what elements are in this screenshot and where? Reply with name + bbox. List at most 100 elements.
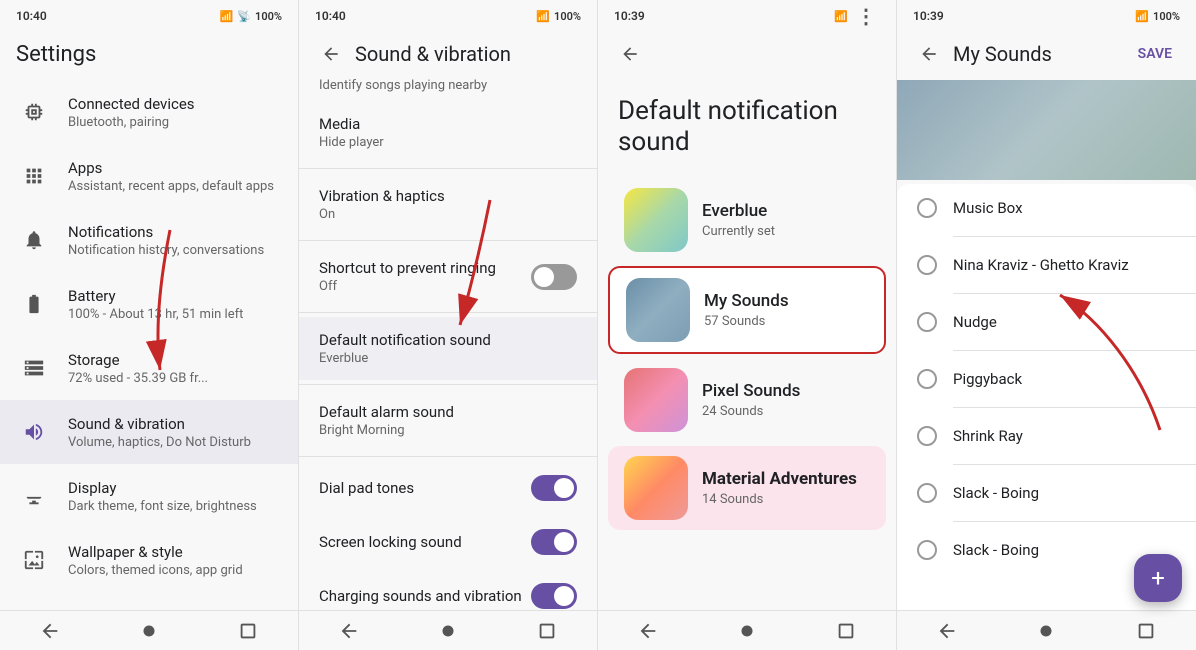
nav-recents-3[interactable] <box>835 620 857 642</box>
nav-recents-4[interactable] <box>1135 620 1157 642</box>
sound-radio-ninakraviz[interactable]: Nina Kraviz - Ghetto Kraviz <box>897 241 1196 289</box>
slackboing1-label: Slack - Boing <box>953 484 1039 502</box>
wifi-icon: 📶 <box>220 10 234 23</box>
display-text: Display Dark theme, font size, brightnes… <box>68 479 282 514</box>
screenlocking-toggle[interactable] <box>531 529 577 555</box>
wifi-icon-2: 📶 <box>536 10 550 23</box>
charging-toggle[interactable] <box>531 583 577 609</box>
notifications-text: Notifications Notification history, conv… <box>68 223 282 258</box>
sv-dialpad-label: Dial pad tones <box>319 479 414 497</box>
sv-dialpad[interactable]: Dial pad tones <box>299 461 597 515</box>
nav-back-2[interactable] <box>338 620 360 642</box>
settings-app-bar: Settings <box>0 28 298 80</box>
notifications-icon <box>16 222 52 258</box>
sv-media-sub: Hide player <box>319 135 577 150</box>
battery-label: Battery <box>68 287 282 305</box>
back-button-4[interactable] <box>913 38 945 70</box>
apps-text: Apps Assistant, recent apps, default app… <box>68 159 282 194</box>
sidebar-item-apps[interactable]: Apps Assistant, recent apps, default app… <box>0 144 298 208</box>
material-sub: 14 Sounds <box>702 492 857 507</box>
status-icons-3: 📶 ⋮ <box>834 2 880 30</box>
sound-radio-nudge[interactable]: Nudge <box>897 298 1196 346</box>
sound-info-pixelsounds: Pixel Sounds 24 Sounds <box>702 381 800 419</box>
slackboing2-label: Slack - Boing <box>953 541 1039 559</box>
sidebar-item-accessibility[interactable]: Accessibility Display, interaction, audi… <box>0 592 298 610</box>
storage-text: Storage 72% used - 35.39 GB fr... <box>68 351 282 386</box>
wifi-icon-3: 📶 <box>834 10 848 23</box>
sidebar-item-sound[interactable]: Sound & vibration Volume, haptics, Do No… <box>0 400 298 464</box>
nav-bar-3 <box>598 610 896 650</box>
sound-radio-shrinkray[interactable]: Shrink Ray <box>897 412 1196 460</box>
sv-shortcut[interactable]: Shortcut to prevent ringing Off <box>299 245 597 308</box>
nav-back-3[interactable] <box>637 620 659 642</box>
notifications-sub: Notification history, conversations <box>68 243 282 258</box>
display-sub: Dark theme, font size, brightness <box>68 499 282 514</box>
nudge-label: Nudge <box>953 313 997 331</box>
sidebar-item-display[interactable]: Display Dark theme, font size, brightnes… <box>0 464 298 528</box>
radio-piggyback <box>917 369 937 389</box>
more-icon-3[interactable]: ⋮ <box>852 2 880 30</box>
time-2: 10:40 <box>315 9 346 23</box>
wallpaper-sub: Colors, themed icons, app grid <box>68 563 282 578</box>
sound-title: Sound & vibration <box>355 42 581 66</box>
sound-item-pixelsounds[interactable]: Pixel Sounds 24 Sounds <box>608 358 886 442</box>
sv-screenlocking-label: Screen locking sound <box>319 533 462 551</box>
add-sound-fab[interactable]: + <box>1134 554 1182 602</box>
mysounds-app-bar: My Sounds SAVE <box>897 28 1196 80</box>
storage-icon <box>16 350 52 386</box>
nav-bar-2 <box>299 610 597 650</box>
sound-item-everblue[interactable]: Everblue Currently set <box>608 178 886 262</box>
sound-radio-piggyback[interactable]: Piggyback <box>897 355 1196 403</box>
notification-panel-title: Default notification sound <box>598 80 896 170</box>
sv-media-label: Media <box>319 115 577 133</box>
connected-devices-label: Connected devices <box>68 95 282 113</box>
sv-vibration-sub: On <box>319 207 577 222</box>
save-button[interactable]: SAVE <box>1130 42 1180 66</box>
nav-home-3[interactable] <box>736 620 758 642</box>
pixelsounds-label: Pixel Sounds <box>702 381 800 401</box>
sv-media[interactable]: Media Hide player <box>299 101 597 164</box>
mysounds-label: My Sounds <box>704 291 789 311</box>
sound-item-material[interactable]: Material Adventures 14 Sounds <box>608 446 886 530</box>
time-3: 10:39 <box>614 9 645 23</box>
shortcut-toggle[interactable] <box>531 264 577 290</box>
storage-label: Storage <box>68 351 282 369</box>
battery-status-4: 100% <box>1153 10 1180 23</box>
sidebar-item-battery[interactable]: Battery 100% - About 13 hr, 51 min left <box>0 272 298 336</box>
status-bar-4: 10:39 📶 100% <box>897 0 1196 28</box>
sound-vibration-panel: 10:40 📶 100% Sound & vibration Identify … <box>299 0 598 650</box>
sv-vibration[interactable]: Vibration & haptics On <box>299 173 597 236</box>
back-button-3[interactable] <box>614 38 646 70</box>
pixelsounds-sub: 24 Sounds <box>702 404 800 419</box>
radio-shrinkray <box>917 426 937 446</box>
sv-screenlocking[interactable]: Screen locking sound <box>299 515 597 569</box>
nav-bar-1 <box>0 610 298 650</box>
sidebar-item-notifications[interactable]: Notifications Notification history, conv… <box>0 208 298 272</box>
status-icons-1: 📶 📡 100% <box>220 10 282 23</box>
sound-radio-slackboing1[interactable]: Slack - Boing <box>897 469 1196 517</box>
nav-home-1[interactable] <box>138 620 160 642</box>
nav-recents-1[interactable] <box>237 620 259 642</box>
dialpad-toggle[interactable] <box>531 475 577 501</box>
sv-notification-label: Default notification sound <box>319 331 577 349</box>
sound-radio-musicbox[interactable]: Music Box <box>897 184 1196 232</box>
radio-slackboing2 <box>917 540 937 560</box>
sound-item-mysounds[interactable]: My Sounds 57 Sounds <box>608 266 886 354</box>
sv-notification-sound[interactable]: Default notification sound Everblue <box>299 317 597 380</box>
sv-alarm-sound[interactable]: Default alarm sound Bright Morning <box>299 389 597 452</box>
sidebar-item-storage[interactable]: Storage 72% used - 35.39 GB fr... <box>0 336 298 400</box>
radio-musicbox <box>917 198 937 218</box>
nav-back-1[interactable] <box>39 620 61 642</box>
sv-charging[interactable]: Charging sounds and vibration <box>299 569 597 610</box>
sidebar-item-connected-devices[interactable]: Connected devices Bluetooth, pairing <box>0 80 298 144</box>
nav-recents-2[interactable] <box>536 620 558 642</box>
sv-vibration-label: Vibration & haptics <box>319 187 577 205</box>
sidebar-item-wallpaper[interactable]: Wallpaper & style Colors, themed icons, … <box>0 528 298 592</box>
time-1: 10:40 <box>16 9 47 23</box>
back-button-2[interactable] <box>315 38 347 70</box>
nav-back-4[interactable] <box>936 620 958 642</box>
nav-home-2[interactable] <box>437 620 459 642</box>
nav-home-4[interactable] <box>1035 620 1057 642</box>
piggyback-label: Piggyback <box>953 370 1022 388</box>
sound-text: Sound & vibration Volume, haptics, Do No… <box>68 415 282 450</box>
